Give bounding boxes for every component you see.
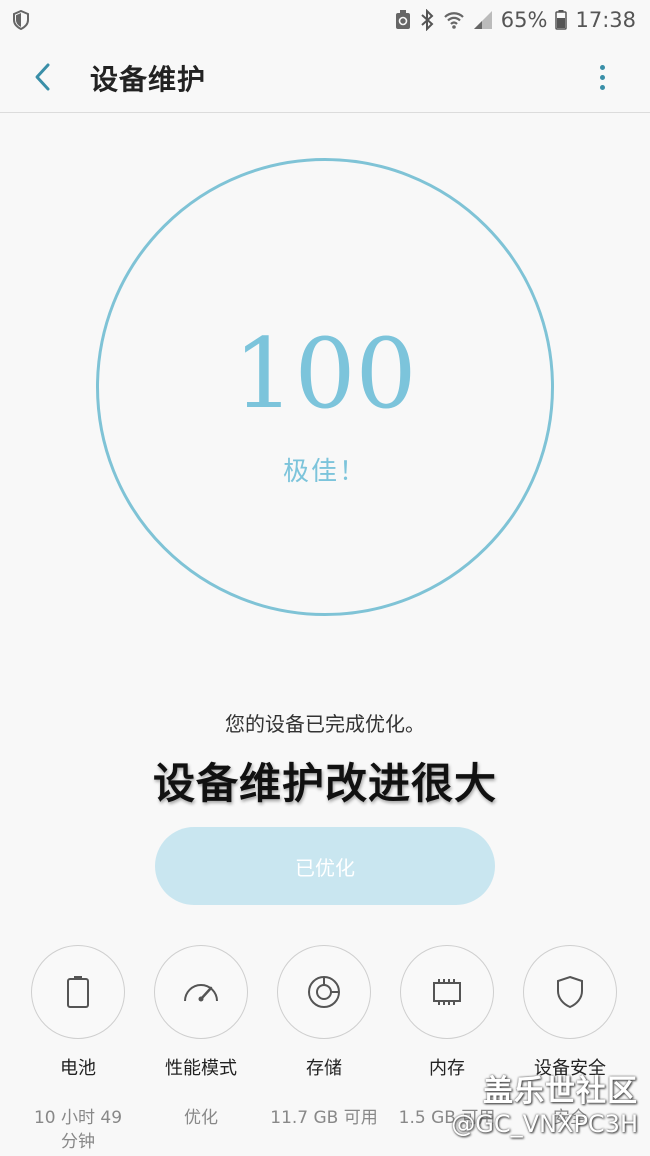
recycle-status-icon [395,10,411,30]
item-battery[interactable]: 电池 10 小时 49 分钟 [16,945,140,1154]
battery-percent: 65% [500,8,548,32]
more-options-button[interactable] [590,60,614,94]
more-dot [599,84,605,90]
item-storage[interactable]: 存储 11.7 GB 可用 [262,945,386,1130]
watermark-community: 盖乐世社区 [483,1074,638,1109]
storage-icon [308,976,340,1008]
score-label: 极佳！ [282,457,367,487]
back-arrow-icon [35,63,50,91]
item-battery-circle [31,945,125,1039]
shield-status-icon [12,10,30,30]
item-value: 优化 [184,1108,218,1128]
memory-chip-icon [433,979,461,1005]
status-right: 65% 17:38 [395,8,636,32]
item-performance[interactable]: 性能模式 优化 [139,945,263,1130]
more-dot [599,74,605,80]
item-performance-circle [154,945,248,1039]
signal-icon [473,10,493,30]
item-title: 存储 [306,1058,342,1079]
item-value: 10 小时 49 分钟 [33,1108,123,1152]
status-time: 17:38 [575,8,636,32]
battery-status-icon [555,10,568,30]
score-value: 100 [233,318,417,430]
more-dot [599,64,605,70]
app-bar: 设备维护 [0,40,650,113]
item-title: 性能模式 [165,1058,237,1079]
bluetooth-icon [419,9,435,31]
item-value: 11.7 GB 可用 [270,1108,378,1128]
back-button[interactable] [26,60,60,94]
shield-icon [557,975,583,1009]
battery-icon [67,976,89,1008]
optimized-button[interactable]: 已优化 [155,827,495,905]
wifi-icon [443,10,465,30]
headline: 设备维护改进很大 [152,759,497,808]
watermark-user: @GC_VNXPC3H [451,1110,638,1138]
page-title: 设备维护 [90,63,207,96]
item-storage-circle [277,945,371,1039]
item-security-circle [523,945,617,1039]
item-memory-circle [400,945,494,1039]
speedometer-icon [184,984,218,1002]
status-bar: 65% 17:38 [0,0,650,40]
score-circle: 100 极佳！ [96,158,554,616]
optimization-description: 您的设备已完成优化。 [225,712,425,736]
item-title: 电池 [60,1058,96,1079]
